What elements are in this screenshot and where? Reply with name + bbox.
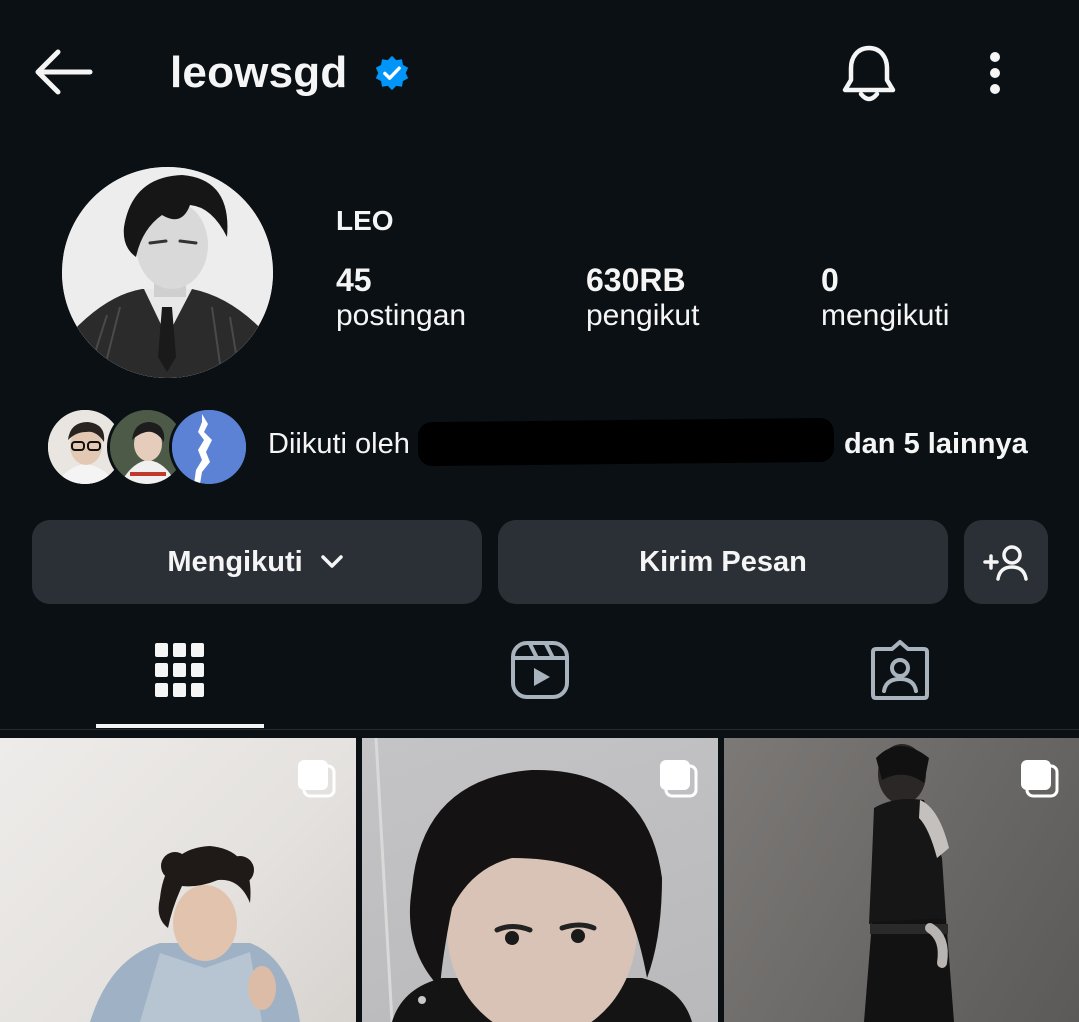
following-label: Mengikuti (167, 545, 303, 578)
reels-icon (511, 641, 569, 699)
stat-posts-label: postingan (336, 299, 467, 332)
follower-avatar[interactable] (169, 407, 249, 487)
stat-following[interactable]: 0 mengikuti (821, 262, 949, 333)
profile-display-name: LEO (336, 205, 394, 236)
carousel-icon (1021, 760, 1059, 798)
chevron-down-icon (320, 555, 343, 568)
profile-avatar[interactable] (62, 167, 273, 378)
post-thumbnail[interactable] (724, 738, 1079, 1022)
stat-following-value: 0 (821, 262, 839, 298)
following-dropdown-button[interactable]: Mengikuti (32, 520, 482, 604)
arrow-left-icon (35, 49, 93, 95)
followed-by-prefix: Diikuti oleh (268, 428, 410, 460)
followed-by-suffix: dan 5 lainnya (843, 428, 1028, 460)
suggested-users-button[interactable] (964, 520, 1048, 604)
back-button[interactable] (28, 42, 98, 102)
verified-badge-icon (373, 54, 411, 92)
tab-posts-grid[interactable] (140, 630, 220, 710)
post-thumbnail[interactable] (0, 738, 356, 1022)
tagged-icon (871, 640, 929, 700)
carousel-icon (660, 760, 698, 798)
send-message-button[interactable]: Kirim Pesan (498, 520, 948, 604)
post-thumbnail[interactable] (362, 738, 718, 1022)
tab-divider (0, 729, 1079, 730)
tab-tagged[interactable] (860, 630, 940, 710)
stat-followers[interactable]: 630RB pengikut (586, 262, 699, 333)
profile-username: leowsgd (170, 48, 348, 97)
active-tab-indicator (96, 724, 264, 728)
send-message-label: Kirim Pesan (639, 545, 807, 578)
stat-following-label: mengikuti (821, 299, 950, 332)
redaction-mark (417, 417, 835, 467)
stat-followers-label: pengikut (586, 299, 700, 332)
more-vertical-icon (990, 52, 1000, 94)
tab-reels[interactable] (500, 630, 580, 710)
stat-followers-value: 630RB (586, 262, 686, 298)
grid-icon (155, 643, 204, 697)
carousel-icon (298, 760, 336, 798)
notification-bell-button[interactable] (838, 40, 900, 106)
stat-posts[interactable]: 45 postingan (336, 262, 466, 333)
add-person-icon (983, 545, 1028, 581)
bell-icon (842, 45, 896, 102)
stat-posts-value: 45 (336, 262, 372, 298)
more-options-button[interactable] (978, 48, 1012, 98)
